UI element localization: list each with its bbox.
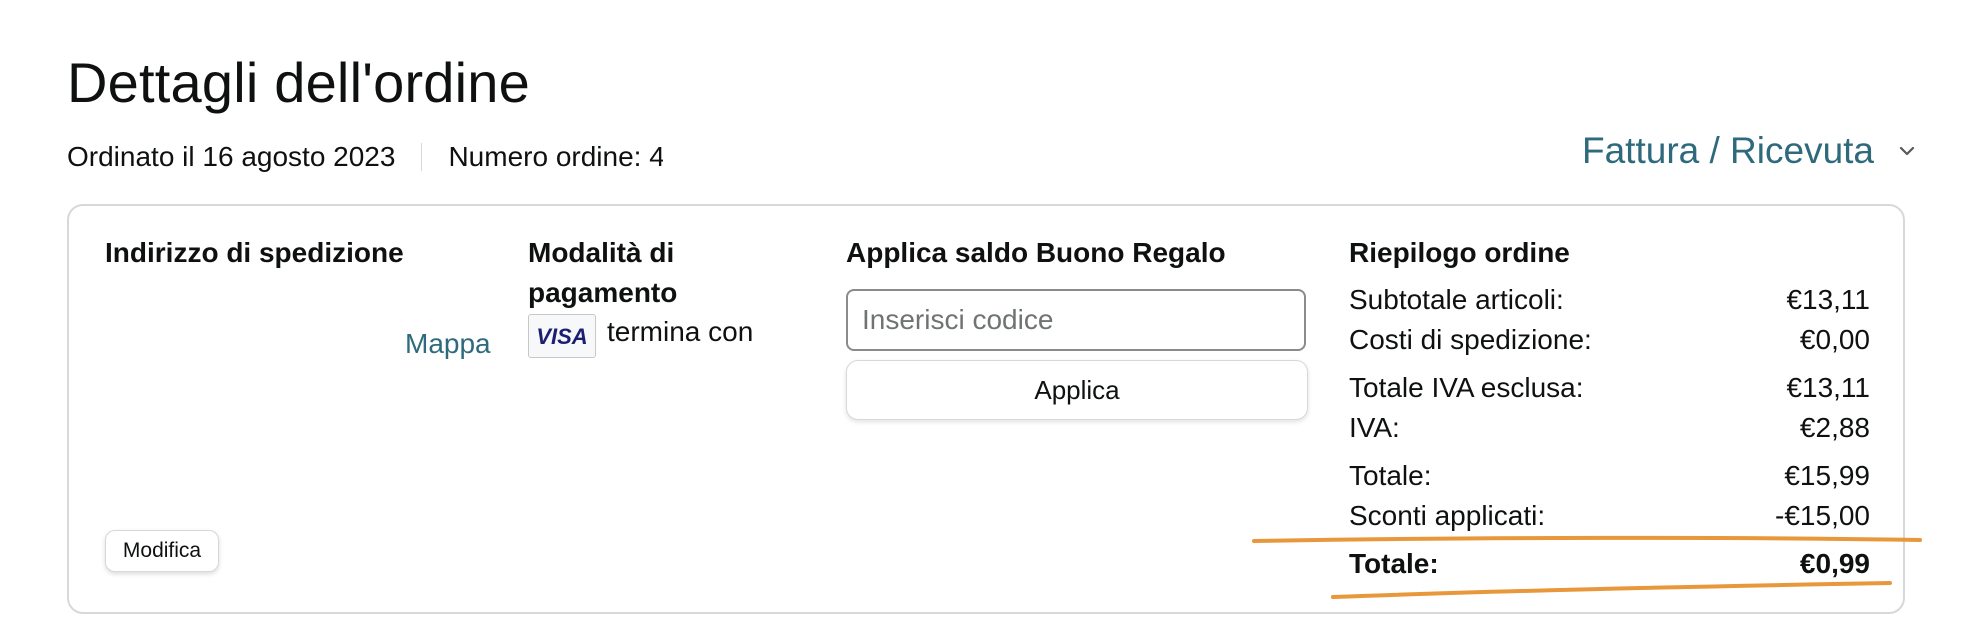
highlight-annotation	[1252, 535, 1922, 599]
annotation-stroke-top	[1252, 535, 1922, 543]
annotation-stroke-bottom	[1331, 581, 1892, 599]
